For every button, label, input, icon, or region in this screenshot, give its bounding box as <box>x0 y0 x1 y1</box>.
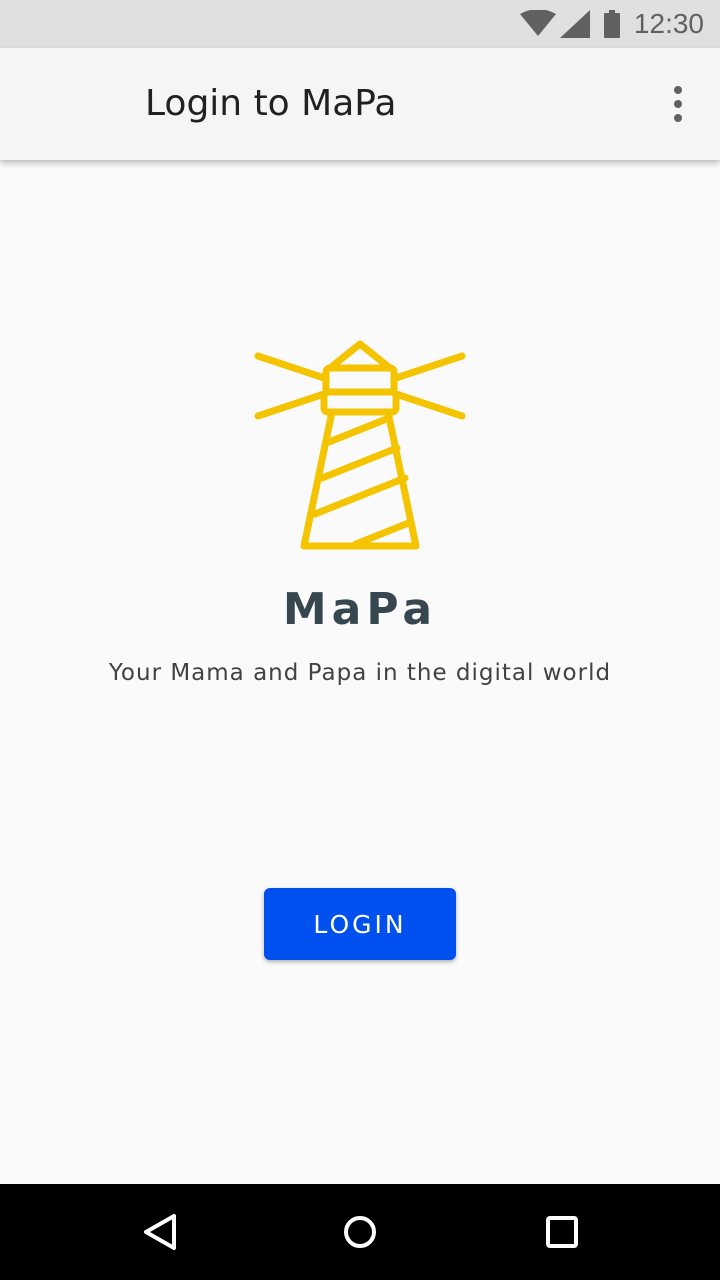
app-bar: Login to MaPa <box>0 48 720 160</box>
battery-icon <box>603 10 620 38</box>
cell-signal-icon <box>559 10 590 38</box>
brand-name: MaPa <box>282 584 438 635</box>
home-icon[interactable] <box>332 1204 388 1260</box>
lighthouse-icon <box>252 338 468 558</box>
login-button[interactable]: LOGIN <box>264 888 456 960</box>
tagline: Your Mama and Papa in the digital world <box>108 660 612 686</box>
page-title: Login to MaPa <box>145 83 397 124</box>
main-content: MaPa Your Mama and Papa in the digital w… <box>0 160 720 1184</box>
status-icons: 12:30 <box>519 0 704 48</box>
back-icon[interactable] <box>132 1204 188 1260</box>
status-clock: 12:30 <box>633 8 704 39</box>
recents-icon[interactable] <box>534 1204 590 1260</box>
more-vert-icon[interactable] <box>658 82 698 126</box>
status-bar: 12:30 <box>0 0 720 48</box>
system-nav-bar <box>0 1184 720 1280</box>
wifi-icon <box>519 10 556 38</box>
